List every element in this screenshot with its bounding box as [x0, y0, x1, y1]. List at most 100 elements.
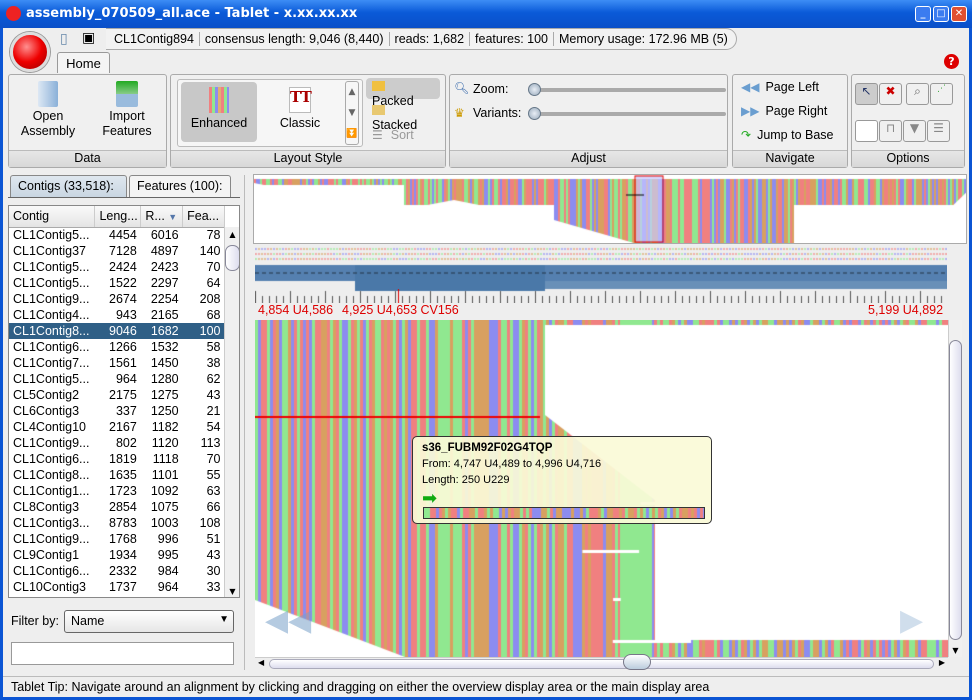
page-right-overlay-icon[interactable]: ▶ — [900, 603, 923, 638]
table-cell: 43 — [206, 548, 221, 562]
table-cell: 2332 — [109, 564, 137, 578]
table-row[interactable]: CL1Contig5... 1522 2297 64 — [9, 275, 225, 291]
variants-slider-handle[interactable] — [528, 107, 541, 120]
table-row[interactable]: CL1Contig9... 1768 996 51 — [9, 531, 225, 547]
scroll-down-icon[interactable]: ▼ — [949, 646, 962, 655]
table-cell: 140 — [199, 244, 221, 258]
vertical-scrollbar[interactable]: ▼ — [948, 320, 962, 657]
sort-button[interactable]: ☰ Sort — [366, 126, 440, 147]
filter-select[interactable]: Name ▼ — [64, 610, 234, 633]
import-features-label: Import Features — [102, 109, 152, 138]
table-row[interactable]: CL1Contig6... 2332 984 30 — [9, 563, 225, 579]
scroll-left-icon[interactable]: ◀ — [258, 658, 264, 667]
blank-option-button[interactable] — [855, 120, 878, 142]
table-cell: 2297 — [150, 276, 179, 290]
info-pointer-button[interactable]: ↖ — [855, 83, 878, 105]
table-cell: 6016 — [150, 228, 179, 243]
scroll-right-icon[interactable]: ▶ — [939, 658, 945, 667]
table-row[interactable]: CL1Contig7... 1561 1450 38 — [9, 355, 225, 371]
table-row[interactable]: CL1Contig3... 8783 1003 108 — [9, 515, 225, 531]
splitter[interactable] — [244, 175, 248, 670]
table-scrollbar[interactable]: ▲ ▼ — [224, 227, 239, 597]
table-row[interactable]: CL1Contig4... 943 2165 68 — [9, 307, 225, 323]
status-contig: CL1Contig894 — [114, 32, 200, 46]
open-assembly-button[interactable]: Open Assembly — [17, 79, 79, 147]
table-cell: CL1Contig4... — [13, 308, 90, 322]
vertical-scroll-thumb[interactable] — [949, 340, 962, 640]
stacked-button[interactable]: Stacked — [366, 102, 440, 132]
table-cell: 54 — [206, 420, 221, 434]
find-button[interactable]: ⌕ — [906, 83, 929, 105]
table-row[interactable]: CL8Contig3 2854 1075 66 — [9, 499, 225, 515]
table-cell: 208 — [199, 292, 221, 306]
enhanced-icon — [209, 87, 229, 113]
options-group-label: Options — [852, 150, 964, 167]
table-row[interactable]: CL1Contig9... 2674 2254 208 — [9, 291, 225, 307]
column-reads[interactable]: R... ▼ — [140, 206, 184, 228]
zoom-slider-handle[interactable] — [528, 83, 541, 96]
zoom-slider[interactable] — [532, 88, 726, 92]
minimize-button[interactable]: _ — [915, 6, 931, 22]
enhanced-style-button[interactable]: Enhanced — [181, 82, 257, 142]
overview-button[interactable]: ⋰ — [930, 83, 953, 105]
zoom-icon: 🔍︎ — [454, 81, 470, 95]
table-cell: CL6Contig3 — [13, 404, 80, 418]
gallery-scroll[interactable]: ▲ ▼ ⏬ — [345, 81, 359, 145]
variants-slider[interactable] — [532, 112, 726, 116]
table-row[interactable]: CL1Contig5... 4454 6016 78 — [9, 227, 225, 243]
close-button[interactable]: ✕ — [951, 6, 967, 22]
page-left-button[interactable]: ◀◀ Page Left — [741, 80, 819, 94]
open-file-icon[interactable]: ▯ — [60, 31, 68, 47]
list-option-button[interactable]: ☰ — [927, 120, 950, 142]
packed-button[interactable]: Packed — [366, 78, 440, 108]
table-row[interactable]: CL1Contig8... 9046 1682 100 — [9, 323, 225, 339]
table-cell: 1003 — [150, 516, 179, 530]
table-row[interactable]: CL10Contig3 1737 964 33 — [9, 579, 225, 595]
page-right-button[interactable]: ▶▶ Page Right — [741, 104, 827, 118]
table-cell: 984 — [157, 564, 179, 578]
sort-icon: ☰ — [372, 128, 383, 142]
table-cell: 100 — [182, 323, 225, 339]
status-memory: Memory usage: 172.96 MB (5) — [559, 32, 728, 46]
filter-input[interactable] — [11, 642, 234, 665]
jump-to-base-button[interactable]: ↷ Jump to Base — [741, 128, 834, 142]
table-row[interactable]: CL6Contig3 337 1250 21 — [9, 403, 225, 419]
tab-contigs[interactable]: Contigs (33,518): — [10, 175, 127, 197]
page-left-overlay-icon[interactable]: ◀◀ — [265, 603, 311, 638]
table-row[interactable]: CL1Contig9... 802 1120 113 — [9, 435, 225, 451]
app-menu-button[interactable] — [10, 32, 50, 72]
table-cell: CL1Contig5... — [13, 276, 90, 290]
horizontal-scrollbar[interactable]: ◀ ▶ — [255, 654, 948, 670]
scroll-down-icon[interactable]: ▼ — [225, 587, 239, 596]
table-row[interactable]: CL4Contig10 2167 1182 54 — [9, 419, 225, 435]
import-features-button[interactable]: Import Features — [95, 79, 159, 147]
table-row[interactable]: CL1Contig6... 1266 1532 58 — [9, 339, 225, 355]
table-row[interactable]: CL5Contig2 2175 1275 43 — [9, 387, 225, 403]
dropdown-option-button[interactable]: ▼ — [903, 120, 926, 142]
column-features[interactable]: Fea... — [182, 206, 225, 228]
table-row[interactable]: CL1Contig1... 1723 1092 63 — [9, 483, 225, 499]
horizontal-scroll-thumb[interactable] — [623, 654, 651, 670]
table-row[interactable]: CL1Contig5... 2424 2423 70 — [9, 259, 225, 275]
table-row[interactable]: CL1Contig6... 1819 1118 70 — [9, 451, 225, 467]
save-icon[interactable]: ▣ — [82, 30, 95, 46]
ruler-option-button[interactable]: ⊓ — [879, 120, 902, 142]
tab-home[interactable]: Home — [57, 52, 110, 73]
ruler-ticks — [255, 289, 947, 303]
classic-style-button[interactable]: TT Classic — [263, 82, 337, 142]
table-row[interactable]: CL1Contig5... 964 1280 62 — [9, 371, 225, 387]
column-contig[interactable]: Contig — [9, 206, 96, 228]
remove-feature-button[interactable]: ✖ — [879, 83, 902, 105]
overview-display[interactable] — [253, 174, 967, 244]
tab-features[interactable]: Features (100): — [129, 175, 231, 197]
column-length[interactable]: Leng... — [94, 206, 142, 228]
navigate-group: ◀◀ Page Left ▶▶ Page Right ↷ Jump to Base N… — [732, 74, 848, 168]
maximize-button[interactable]: □ — [933, 6, 949, 22]
table-row[interactable]: CL1Contig37 7128 4897 140 — [9, 243, 225, 259]
help-icon[interactable]: ? — [944, 54, 959, 69]
table-row[interactable]: CL9Contig1 1934 995 43 — [9, 547, 225, 563]
table-row[interactable]: CL1Contig8... 1635 1101 55 — [9, 467, 225, 483]
scroll-up-icon[interactable]: ▲ — [225, 230, 239, 239]
table-scroll-thumb[interactable] — [225, 245, 239, 271]
table-cell: CL1Contig9... — [13, 292, 90, 306]
